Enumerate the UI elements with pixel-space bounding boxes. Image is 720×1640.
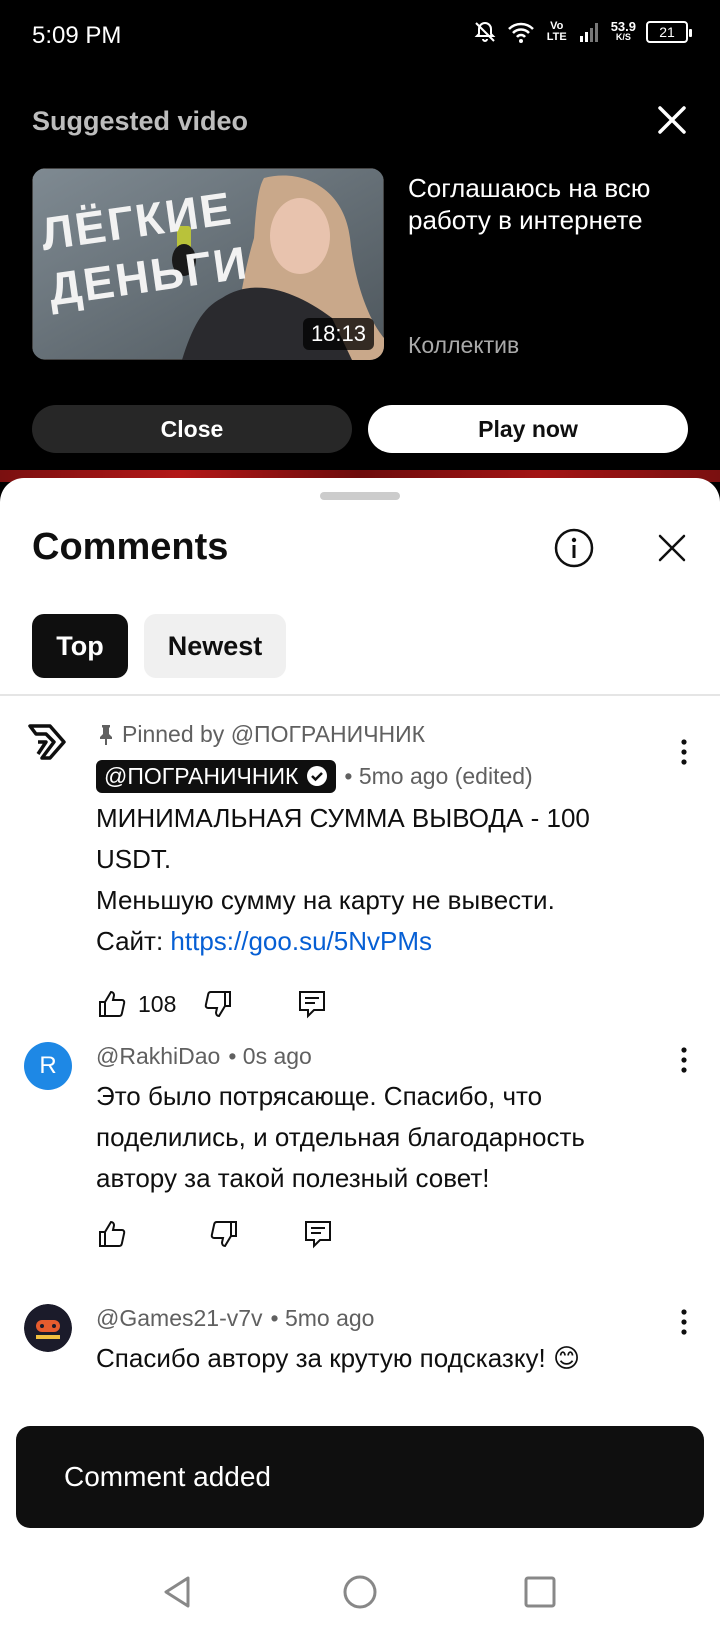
comment-timestamp: • 5mo ago: [270, 1304, 375, 1331]
comments-title: Comments: [32, 526, 229, 568]
status-time: 5:09 PM: [32, 22, 122, 49]
more-vert-icon[interactable]: [676, 1306, 692, 1338]
chip-newest[interactable]: Newest: [144, 614, 286, 678]
drag-handle[interactable]: [320, 492, 400, 500]
recents-icon[interactable]: [516, 1568, 564, 1616]
close-icon[interactable]: [652, 528, 692, 568]
battery-indicator: 21: [646, 21, 692, 43]
play-now-button[interactable]: Play now: [368, 405, 688, 453]
close-icon[interactable]: [652, 100, 692, 140]
site-label: Сайт:: [96, 926, 171, 956]
comment-line: Меньшую сумму на карту не вывести.: [96, 885, 555, 915]
comment-line: МИНИМАЛЬНАЯ СУММА ВЫВОДА - 100 USDT.: [96, 803, 590, 874]
status-icons: Vo LTE 53.9 K/S 21: [473, 19, 692, 44]
games-logo-avatar[interactable]: [24, 1304, 72, 1352]
suggested-video-panel: Suggested video ЛЁГКИЕ ДЕНЬГИ 18:13 Согл…: [0, 72, 720, 476]
suggested-video-heading: Suggested video: [32, 106, 249, 136]
snackbar-text: Comment added: [64, 1461, 272, 1492]
comment-actions: [96, 1214, 334, 1254]
pinned-text: Pinned by @ПОГРАНИЧНИК: [122, 720, 426, 747]
network-speed-value: 53.9: [610, 19, 636, 34]
comment-timestamp: • 0s ago: [228, 1042, 312, 1069]
comment-author[interactable]: @Games21-v7v: [96, 1305, 263, 1332]
reply-icon[interactable]: [302, 1218, 334, 1250]
more-vert-icon[interactable]: [676, 736, 692, 768]
comment-text: Спасибо автору за крутую подсказку! 😊: [96, 1343, 581, 1373]
back-icon[interactable]: [154, 1568, 202, 1616]
comment-meta: @Games21-v7v • 5mo ago: [96, 1300, 660, 1336]
thumbs-down-icon[interactable]: [202, 988, 234, 1020]
avatar-letter: R: [39, 1052, 57, 1079]
home-icon[interactable]: [336, 1568, 384, 1616]
comment-meta: @RakhiDao • 0s ago: [96, 1038, 660, 1074]
app-screen: 5:09 PM Vo LTE 53.9 K/S 21 Suggested vid…: [0, 0, 720, 1640]
volte-indicator: Vo LTE: [546, 20, 567, 43]
wifi-icon: [507, 22, 534, 43]
signal-icon: [579, 23, 598, 42]
system-navigation-bar: [0, 1544, 720, 1640]
comment-meta: @ПОГРАНИЧНИК • 5mo ago (edited): [96, 758, 660, 794]
reply-icon[interactable]: [296, 988, 328, 1020]
avatar[interactable]: R: [24, 1042, 72, 1090]
comment-actions: 108: [96, 984, 328, 1024]
comment-item: Pinned by @ПОГРАНИЧНИК @ПОГРАНИЧНИК • 5m…: [0, 708, 720, 1019]
channel-logo-avatar[interactable]: [24, 718, 72, 766]
info-icon[interactable]: [552, 526, 596, 570]
channel-owner-badge[interactable]: @ПОГРАНИЧНИК: [96, 759, 337, 793]
comment-timestamp: • 5mo ago (edited): [344, 762, 533, 789]
thumbs-up-icon[interactable]: [96, 988, 128, 1020]
comment-line: Сайт: https://goo.su/5NvPMs: [96, 921, 660, 962]
pin-icon: [100, 725, 112, 745]
pinned-indicator: Pinned by @ПОГРАНИЧНИК: [96, 718, 660, 750]
chip-top[interactable]: Top: [32, 614, 128, 678]
network-speed: 53.9 K/S: [610, 19, 636, 43]
comment-link[interactable]: https://goo.su/5NvPMs: [170, 926, 432, 956]
video-thumbnail[interactable]: ЛЁГКИЕ ДЕНЬГИ 18:13: [32, 168, 384, 360]
snackbar: Comment added: [16, 1426, 704, 1528]
comment-item: @Games21-v7v • 5mo ago Спасибо автору за…: [0, 1300, 720, 1420]
like-count: 108: [138, 990, 177, 1017]
video-duration: 18:13: [302, 318, 374, 350]
verified-icon: [307, 766, 328, 786]
status-bar: 5:09 PM Vo LTE 53.9 K/S 21: [0, 0, 720, 72]
thumbs-up-icon[interactable]: [96, 1218, 128, 1250]
bell-off-icon: [474, 21, 496, 42]
close-button[interactable]: Close: [32, 405, 352, 453]
thumbs-down-icon[interactable]: [208, 1218, 240, 1250]
comment-author: @ПОГРАНИЧНИК: [104, 762, 299, 789]
comment-author[interactable]: @RakhiDao: [96, 1043, 220, 1070]
more-vert-icon[interactable]: [676, 1044, 692, 1076]
comment-text: Это было потрясающе. Спасибо, что подели…: [96, 1081, 585, 1193]
suggested-video-title[interactable]: Соглашаюсь на всю работу в интернете: [408, 172, 698, 236]
comment-text: МИНИМАЛЬНАЯ СУММА ВЫВОДА - 100 USDT. Мен…: [96, 798, 660, 962]
comment-item: R @RakhiDao • 0s ago Это было потрясающе…: [0, 1038, 720, 1288]
divider: [0, 694, 720, 696]
suggested-video-channel[interactable]: Коллектив: [408, 332, 519, 359]
